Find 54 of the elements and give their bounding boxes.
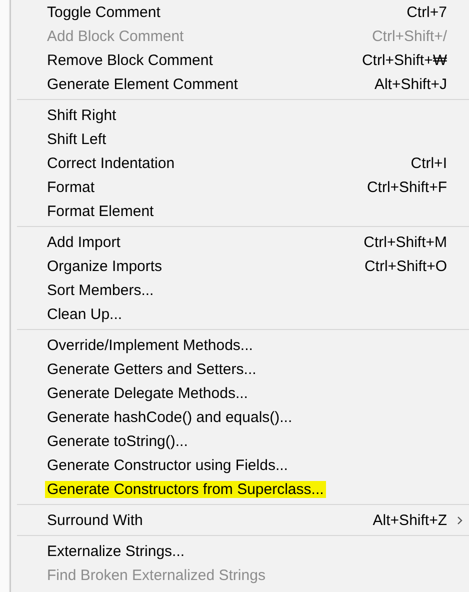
menu-item[interactable]: Generate Constructors from Superclass... — [11, 477, 469, 501]
chevron-right-icon — [457, 516, 463, 524]
menu-item[interactable]: Format Ctrl+Shift+F — [11, 175, 469, 199]
menu-item[interactable]: Generate toString()... — [11, 429, 469, 453]
menu-item[interactable]: Clean Up... — [11, 302, 469, 326]
item-label: Generate Getters and Setters... — [47, 360, 256, 378]
item-label: Override/Implement Methods... — [47, 336, 253, 354]
menu-item[interactable]: Override/Implement Methods... — [11, 333, 469, 357]
shortcut-label: Alt+Shift+Z — [372, 512, 447, 528]
shortcut-label: Ctrl+7 — [406, 4, 447, 20]
menu-item[interactable]: Generate Constructor using Fields... — [11, 453, 469, 477]
item-label: Add Import — [47, 234, 120, 250]
shortcut-label: Ctrl+Shift+F — [366, 178, 447, 196]
item-label: Generate Constructor using Fields... — [47, 456, 288, 474]
menu-item[interactable]: Shift Right — [11, 103, 469, 127]
menu-item[interactable]: Generate Getters and Setters... — [11, 357, 469, 381]
menu-item[interactable]: Correct Indentation Ctrl+I — [11, 151, 469, 175]
item-label: Generate Element Comment — [47, 76, 238, 92]
item-label: Find Broken Externalized Strings — [47, 566, 266, 584]
highlighted-label: Generate Constructors from Superclass... — [45, 480, 326, 498]
menu-item[interactable]: Add Import Ctrl+Shift+M — [11, 230, 469, 254]
item-label: Correct Indentation — [47, 154, 175, 172]
menu-item[interactable]: Organize Imports Ctrl+Shift+O — [11, 254, 469, 278]
menu-item[interactable]: Remove Block Comment Ctrl+Shift+₩ — [11, 48, 469, 72]
shortcut-label: Ctrl+I — [410, 154, 447, 172]
shortcut-label: Ctrl+Shift+/ — [372, 28, 447, 44]
item-label: Toggle Comment — [47, 4, 160, 20]
shortcut-label: Alt+Shift+J — [374, 76, 447, 92]
item-label: Format Element — [47, 202, 154, 220]
item-label: Remove Block Comment — [47, 52, 213, 68]
menu-item[interactable]: Generate Element Comment Alt+Shift+J — [11, 72, 469, 96]
item-label: Shift Right — [47, 106, 116, 124]
shortcut-label: Ctrl+Shift+O — [364, 258, 447, 274]
menu-item[interactable]: Shift Left — [11, 127, 469, 151]
shortcut-label: Ctrl+Shift+₩ — [362, 52, 447, 68]
menu-item[interactable]: Toggle Comment Ctrl+7 — [11, 0, 469, 24]
item-label: Add Block Comment — [47, 28, 184, 44]
item-label: Organize Imports — [47, 258, 162, 274]
item-label: Clean Up... — [47, 306, 122, 322]
item-label: Shift Left — [47, 130, 106, 148]
menu-item[interactable]: Generate hashCode() and equals()... — [11, 405, 469, 429]
menu-item[interactable]: Sort Members... — [11, 278, 469, 302]
item-label: Generate Delegate Methods... — [47, 384, 248, 402]
menu-item[interactable]: Generate Delegate Methods... — [11, 381, 469, 405]
menu-item[interactable]: Surround With Alt+Shift+Z — [11, 508, 469, 532]
item-label: Generate hashCode() and equals()... — [47, 408, 292, 426]
item-label: Generate toString()... — [47, 432, 188, 450]
shortcut-label: Ctrl+Shift+M — [364, 234, 447, 250]
item-label: Format — [47, 178, 95, 196]
item-label: Externalize Strings... — [47, 542, 185, 560]
menu-item[interactable]: Format Element — [11, 199, 469, 223]
item-label: Sort Members... — [47, 282, 154, 298]
menu-item[interactable]: Externalize Strings... — [11, 539, 469, 563]
item-label: Surround With — [47, 512, 143, 528]
